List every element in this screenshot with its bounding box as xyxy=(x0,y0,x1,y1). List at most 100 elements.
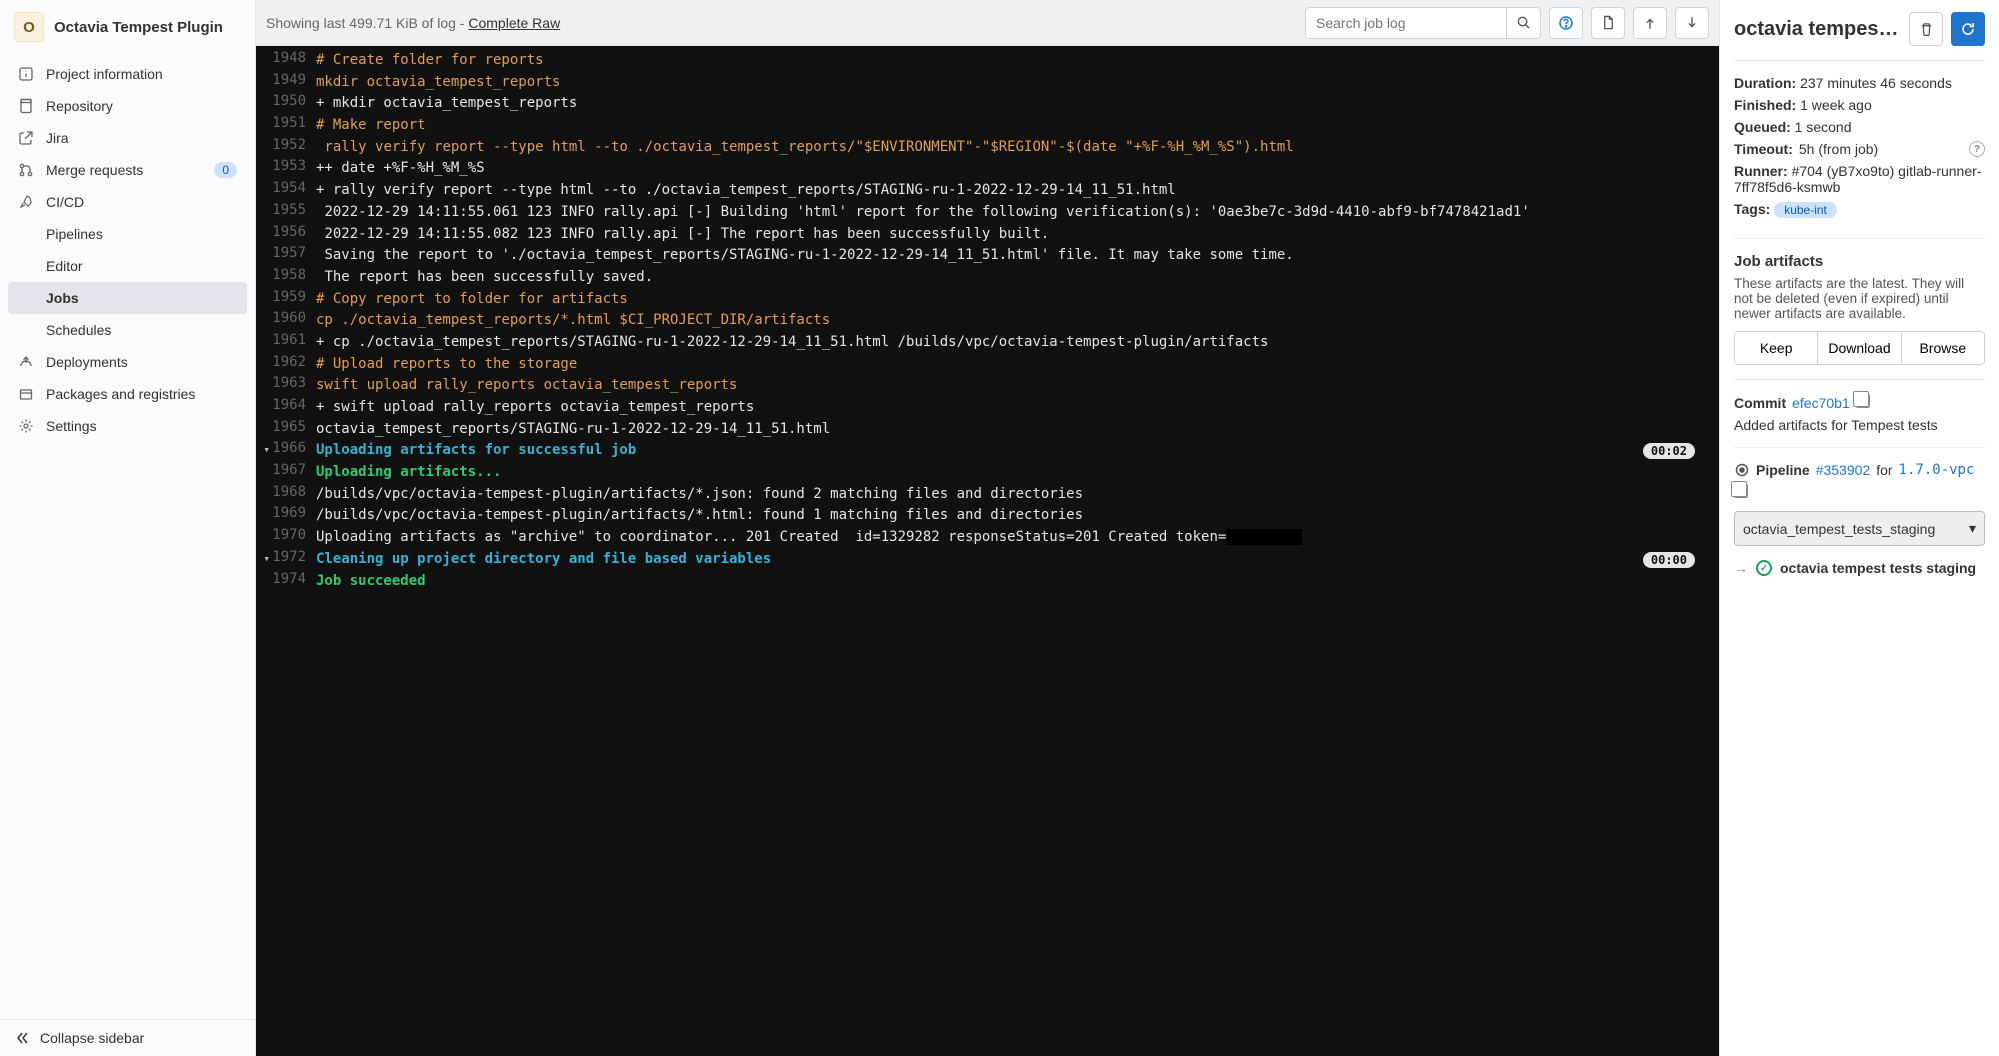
sidebar-item-label: Deployments xyxy=(46,354,237,370)
sidebar-item-settings[interactable]: Settings xyxy=(8,410,247,442)
log-line-number[interactable]: 1953 xyxy=(256,158,316,174)
raw-log-button[interactable] xyxy=(1591,7,1625,39)
runner-key: Runner: xyxy=(1734,163,1788,179)
log-line: 1972Cleaning up project directory and fi… xyxy=(256,549,1719,571)
keep-button[interactable]: Keep xyxy=(1735,332,1817,364)
artifacts-heading: Job artifacts xyxy=(1734,253,1985,270)
sidebar-item-label: Pipelines xyxy=(46,226,103,242)
log-line-text: + cp ./octavia_tempest_reports/STAGING-r… xyxy=(316,332,1695,354)
log-line-number[interactable]: 1952 xyxy=(256,137,316,153)
log-line-number[interactable]: 1972 xyxy=(256,549,316,565)
stage-select[interactable]: octavia_tempest_tests_staging ▾ xyxy=(1734,511,1985,546)
finished-value: 1 week ago xyxy=(1800,97,1872,113)
log-line-text: # Make report xyxy=(316,115,1695,137)
sidebar-item-project-information[interactable]: Project information xyxy=(8,58,247,90)
log-line-text: 2022-12-29 14:11:55.061 123 INFO rally.a… xyxy=(316,202,1695,224)
log-line-text: Uploading artifacts for successful job xyxy=(316,440,1635,462)
log-line: 1958 The report has been successfully sa… xyxy=(256,267,1719,289)
project-header[interactable]: O Octavia Tempest Plugin xyxy=(0,0,255,54)
scroll-top-button[interactable] xyxy=(1633,7,1667,39)
trash-icon xyxy=(1919,22,1934,37)
log-line-number[interactable]: 1961 xyxy=(256,332,316,348)
log-line-number[interactable]: 1958 xyxy=(256,267,316,283)
log-line-number[interactable]: 1957 xyxy=(256,245,316,261)
job-title: octavia tempest … xyxy=(1734,18,1901,41)
log-line-number[interactable]: 1964 xyxy=(256,397,316,413)
complete-raw-link[interactable]: Complete Raw xyxy=(468,15,560,31)
sidebar-item-pipelines[interactable]: Pipelines xyxy=(8,218,247,250)
log-line-number[interactable]: 1949 xyxy=(256,72,316,88)
log-line-number[interactable]: 1955 xyxy=(256,202,316,218)
log-line-number[interactable]: 1966 xyxy=(256,440,316,456)
log-line: 1948# Create folder for reports xyxy=(256,50,1719,72)
log-line: 1969/builds/vpc/octavia-tempest-plugin/a… xyxy=(256,505,1719,527)
log-line-text: # Create folder for reports xyxy=(316,50,1695,72)
sidebar-nav: Project information Repository Jira Merg… xyxy=(0,54,255,1019)
log-line-number[interactable]: 1950 xyxy=(256,93,316,109)
sidebar-item-schedules[interactable]: Schedules xyxy=(8,314,247,346)
log-line: 1959# Copy report to folder for artifact… xyxy=(256,289,1719,311)
log-line-text: Uploading artifacts as "archive" to coor… xyxy=(316,527,1695,549)
sidebar-item-label: Project information xyxy=(46,66,237,82)
delete-button[interactable] xyxy=(1909,12,1943,46)
retry-button[interactable] xyxy=(1951,12,1985,46)
scroll-bottom-button[interactable] xyxy=(1675,7,1709,39)
sidebar-item-repository[interactable]: Repository xyxy=(8,90,247,122)
log-line-number[interactable]: 1954 xyxy=(256,180,316,196)
sidebar-item-packages[interactable]: Packages and registries xyxy=(8,378,247,410)
copy-ref-button[interactable] xyxy=(1734,485,1748,501)
search-button[interactable] xyxy=(1506,8,1540,38)
help-icon[interactable]: ? xyxy=(1969,141,1985,157)
section-duration-pill: 00:00 xyxy=(1643,552,1695,568)
log-line: 1953++ date +%F-%H_%M_%S xyxy=(256,158,1719,180)
sidebar-item-editor[interactable]: Editor xyxy=(8,250,247,282)
chevron-down-icon: ▾ xyxy=(1969,520,1976,537)
job-stage-link[interactable]: octavia tempest tests staging xyxy=(1780,560,1976,576)
log-line-number[interactable]: 1960 xyxy=(256,310,316,326)
log-line-number[interactable]: 1967 xyxy=(256,462,316,478)
sidebar-item-jobs[interactable]: Jobs xyxy=(8,282,247,314)
sidebar-item-merge-requests[interactable]: Merge requests 0 xyxy=(8,154,247,186)
log-line-text: ++ date +%F-%H_%M_%S xyxy=(316,158,1695,180)
log-line-number[interactable]: 1962 xyxy=(256,354,316,370)
pipeline-link[interactable]: #353902 xyxy=(1816,462,1871,478)
log-line-text: Saving the report to './octavia_tempest_… xyxy=(316,245,1695,267)
arrow-right-icon: → xyxy=(1734,560,1748,576)
help-button[interactable] xyxy=(1549,7,1583,39)
log-line: 1952 rally verify report --type html --t… xyxy=(256,137,1719,159)
log-line: 1964+ swift upload rally_reports octavia… xyxy=(256,397,1719,419)
commit-link[interactable]: efec70b1 xyxy=(1792,395,1850,411)
log-line-number[interactable]: 1970 xyxy=(256,527,316,543)
browse-button[interactable]: Browse xyxy=(1901,332,1984,364)
refresh-icon xyxy=(1960,21,1976,37)
sidebar-item-jira[interactable]: Jira xyxy=(8,122,247,154)
log-line-number[interactable]: 1963 xyxy=(256,375,316,391)
log-line-number[interactable]: 1965 xyxy=(256,419,316,435)
log-line-number[interactable]: 1959 xyxy=(256,289,316,305)
collapse-sidebar-button[interactable]: Collapse sidebar xyxy=(0,1019,255,1056)
log-line-text: 2022-12-29 14:11:55.082 123 INFO rally.a… xyxy=(316,224,1695,246)
log-line-number[interactable]: 1968 xyxy=(256,484,316,500)
search-input[interactable] xyxy=(1306,8,1506,38)
download-button[interactable]: Download xyxy=(1817,332,1900,364)
duration-value: 237 minutes 46 seconds xyxy=(1800,75,1952,91)
log-line-text: The report has been successfully saved. xyxy=(316,267,1695,289)
stage-select-value: octavia_tempest_tests_staging xyxy=(1743,521,1935,537)
log-line: 1951# Make report xyxy=(256,115,1719,137)
log-line: 1956 2022-12-29 14:11:55.082 123 INFO ra… xyxy=(256,224,1719,246)
log-line-text: cp ./octavia_tempest_reports/*.html $CI_… xyxy=(316,310,1695,332)
log-line-number[interactable]: 1956 xyxy=(256,224,316,240)
log-line-number[interactable]: 1969 xyxy=(256,505,316,521)
log-line-number[interactable]: 1948 xyxy=(256,50,316,66)
log-line-text: swift upload rally_reports octavia_tempe… xyxy=(316,375,1695,397)
sidebar-item-cicd[interactable]: CI/CD xyxy=(8,186,247,218)
sidebar-item-deployments[interactable]: Deployments xyxy=(8,346,247,378)
log-line-number[interactable]: 1974 xyxy=(256,571,316,587)
log-line-number[interactable]: 1951 xyxy=(256,115,316,131)
job-log[interactable]: 1948# Create folder for reports1949mkdir… xyxy=(256,46,1719,1056)
log-line: 1950+ mkdir octavia_tempest_reports xyxy=(256,93,1719,115)
log-line-text: Cleaning up project directory and file b… xyxy=(316,549,1635,571)
copy-icon xyxy=(1856,394,1870,408)
pipeline-ref-link[interactable]: 1.7.0-vpc xyxy=(1899,462,1975,478)
copy-commit-button[interactable] xyxy=(1856,394,1870,411)
